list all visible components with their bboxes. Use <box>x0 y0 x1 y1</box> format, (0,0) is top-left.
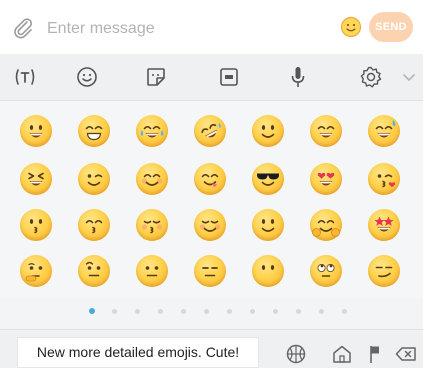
settings-icon[interactable] <box>358 64 384 90</box>
page-dot[interactable] <box>250 309 255 314</box>
emoji-slightly-smiling[interactable] <box>252 115 284 147</box>
sports-ball-icon[interactable] <box>284 343 308 365</box>
emoji-kissing[interactable] <box>20 209 52 241</box>
emoji-relaxed[interactable] <box>194 209 226 241</box>
emoji-no-mouth[interactable] <box>252 255 284 287</box>
emoji-blush[interactable] <box>136 163 168 195</box>
send-button[interactable]: SEND <box>369 12 413 42</box>
page-dot[interactable] <box>112 309 117 314</box>
message-bar: SEND <box>0 0 423 55</box>
emoji-kissing-closed-eyes[interactable] <box>136 209 168 241</box>
page-dot[interactable] <box>342 309 347 314</box>
emoji-neutral[interactable] <box>136 255 168 287</box>
page-dot[interactable] <box>158 309 163 314</box>
caption: New more detailed emojis. Cute! <box>18 338 258 367</box>
emoji-wink[interactable] <box>78 163 110 195</box>
page-dot[interactable] <box>89 308 95 314</box>
emoji-expressionless[interactable] <box>194 255 226 287</box>
message-input[interactable] <box>45 15 309 43</box>
emoji-rolling-eyes[interactable] <box>310 255 342 287</box>
emoji-smile[interactable] <box>310 115 342 147</box>
emoji-yum[interactable] <box>194 163 226 195</box>
emoji-grinning[interactable] <box>20 115 52 147</box>
emoji-grid <box>0 101 423 297</box>
page-dot[interactable] <box>319 309 324 314</box>
emoji-heart-eyes[interactable] <box>310 163 342 195</box>
emoji-kissing-smiling-eyes[interactable] <box>78 209 110 241</box>
emoji-star-struck[interactable] <box>368 209 400 241</box>
emoji-thinking[interactable] <box>20 255 52 287</box>
emoji-sweat-smile[interactable] <box>368 115 400 147</box>
emoji-sunglasses[interactable] <box>252 163 284 195</box>
page-dot[interactable] <box>227 309 232 314</box>
emoji-smirk[interactable] <box>368 255 400 287</box>
emoji-icon[interactable] <box>74 64 100 90</box>
backspace-icon[interactable] <box>394 343 418 365</box>
emoji-rofl[interactable] <box>194 115 226 147</box>
page-dot[interactable] <box>181 309 186 314</box>
home-icon[interactable] <box>330 343 354 365</box>
emoji-grin[interactable] <box>78 115 110 147</box>
paperclip-icon[interactable] <box>12 17 34 39</box>
microphone-icon[interactable] <box>285 64 311 90</box>
page-dot[interactable] <box>273 309 278 314</box>
sticker-icon[interactable] <box>143 64 169 90</box>
chevron-down-icon[interactable] <box>400 64 418 90</box>
emoji-kissing-heart[interactable] <box>368 163 400 195</box>
page-dot[interactable] <box>135 309 140 314</box>
emoji-laughing[interactable] <box>20 163 52 195</box>
keyboard-toolbar <box>0 54 423 101</box>
gif-icon[interactable] <box>216 64 242 90</box>
emoji-face-with-raised-eyebrow[interactable] <box>78 255 110 287</box>
emoji-slightly-smiling[interactable] <box>252 209 284 241</box>
emoji-joy[interactable] <box>136 115 168 147</box>
smiley-icon[interactable] <box>340 16 362 38</box>
page-indicator <box>0 306 423 316</box>
page-dot[interactable] <box>204 309 209 314</box>
page-dot[interactable] <box>296 309 301 314</box>
flag-icon[interactable] <box>363 343 387 365</box>
emoji-hugging[interactable] <box>310 209 342 241</box>
text-cursor-icon[interactable] <box>12 64 38 90</box>
